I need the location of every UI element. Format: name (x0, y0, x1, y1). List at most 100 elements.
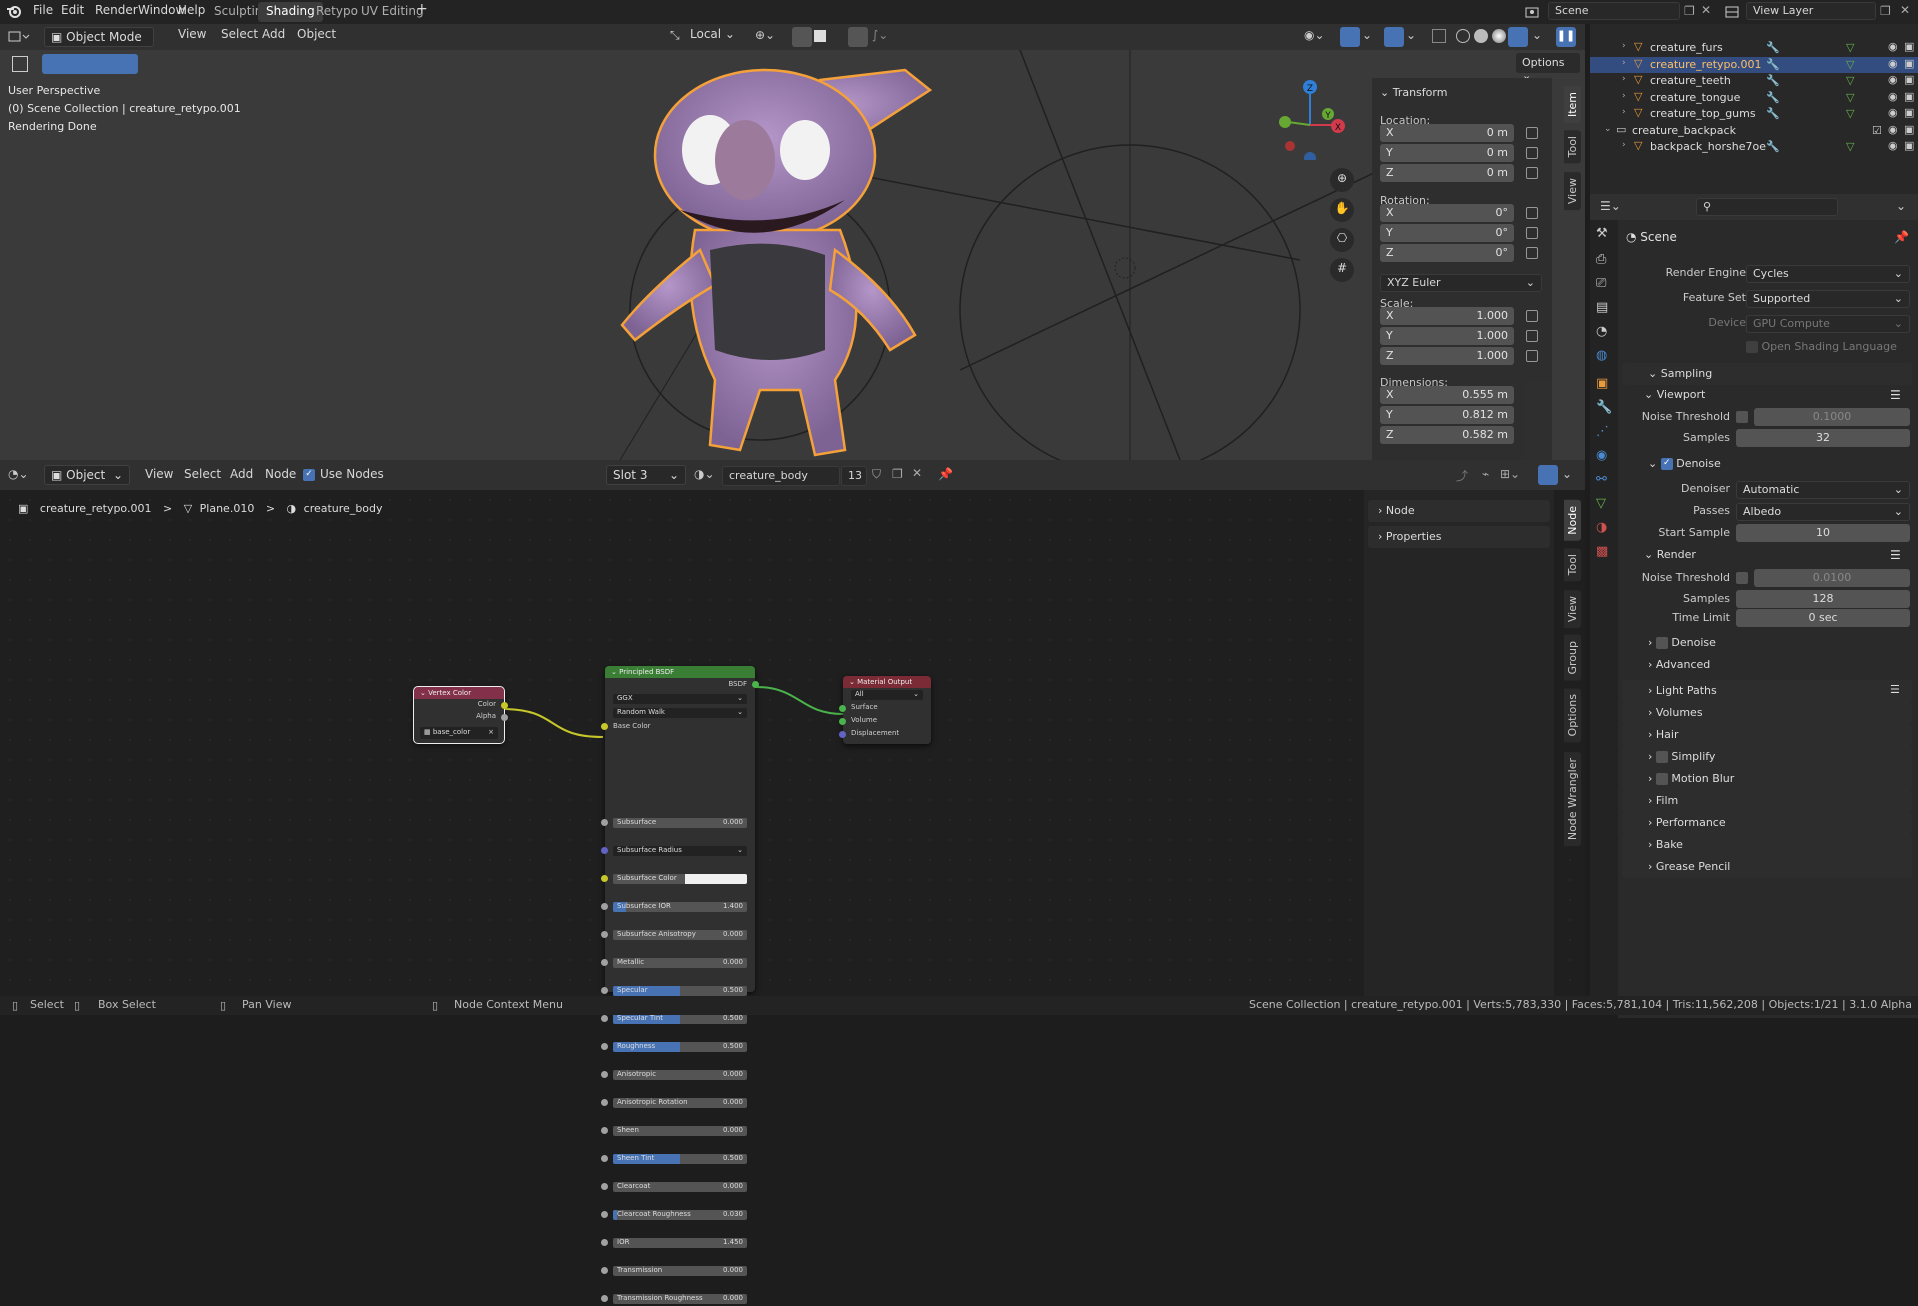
expand-icon[interactable]: › (1622, 41, 1626, 51)
eye-icon[interactable]: ◉ (1888, 123, 1898, 136)
node-section[interactable]: › Node (1368, 500, 1550, 522)
section-film[interactable]: › Film (1622, 790, 1912, 812)
outliner-row[interactable]: › ▽ creature_teeth 🔧 ▽ ◉ ▣ (1590, 73, 1918, 89)
device-dropdown[interactable]: GPU Compute ⌄ (1746, 315, 1910, 333)
osl-checkbox-row[interactable]: Open Shading Language (1746, 340, 1897, 353)
expand-icon[interactable]: ⌄ (1604, 124, 1612, 134)
scale-x-field[interactable]: X 1.000 (1380, 307, 1514, 325)
zoom-icon[interactable]: ⊕ (1330, 168, 1354, 192)
outliner-row[interactable]: ⌄ ▭ creature_backpack ☑ ◉ ▣ (1590, 123, 1918, 139)
delete-view-layer-icon[interactable]: ✕ (1900, 3, 1910, 17)
properties-dropdown-icon[interactable]: ⌄ (1896, 199, 1906, 213)
physics-tab-icon[interactable]: ◉ (1596, 448, 1607, 463)
bsdf-input-field[interactable]: Anisotropic Rotation 0.000 (613, 1098, 747, 1108)
outliner-row[interactable]: › ▽ creature_top_gums 🔧 ▽ ◉ ▣ (1590, 106, 1918, 122)
object-mode-dropdown[interactable]: ▣ Object Mode⌄ (44, 27, 154, 58)
snap-toggle-icon[interactable] (792, 27, 812, 47)
render-presets-icon[interactable]: ☰ (1890, 548, 1901, 562)
advanced-subsection[interactable]: › Advanced (1648, 658, 1710, 671)
modifier-icon[interactable]: 🔧 (1766, 107, 1780, 120)
scene-field[interactable]: Scene (1548, 2, 1680, 20)
bsdf-input-socket[interactable] (601, 931, 608, 938)
duplicate-material-icon[interactable]: ❐ (892, 467, 903, 481)
view-layer-tab-icon[interactable]: ▤ (1596, 300, 1608, 315)
vp-menu-add[interactable]: Add (262, 27, 285, 41)
eye-icon[interactable]: ◉ (1888, 40, 1898, 53)
menu-help[interactable]: Help (178, 3, 205, 17)
ne-menu-select[interactable]: Select (184, 467, 221, 481)
options-dropdown[interactable]: Options ⌄ (1516, 53, 1580, 82)
section-performance[interactable]: › Performance (1622, 812, 1912, 834)
section-hair[interactable]: › Hair (1622, 724, 1912, 746)
data-icon[interactable]: ▽ (1846, 58, 1854, 71)
subsurface-color-swatch[interactable] (685, 874, 747, 884)
lock-icon[interactable] (1526, 127, 1538, 139)
modifier-icon[interactable]: 🔧 (1766, 91, 1780, 104)
eye-icon[interactable]: ◉ (1888, 106, 1898, 119)
vp-denoise-subsection[interactable]: ⌄ ✓ Denoise (1648, 457, 1721, 470)
bsdf-input-socket[interactable] (601, 903, 608, 910)
render-camera-icon[interactable]: ▣ (1904, 73, 1914, 86)
material-browse-icon[interactable]: ◑⌄ (694, 467, 715, 481)
principled-bsdf-node[interactable]: ⌄ Principled BSDF BSDF GGX ⌄ Random Walk ⌄… (601, 666, 759, 1304)
vc-layer-field[interactable]: ▦ base_color × (420, 727, 498, 739)
parent-node-tree-icon[interactable]: ⤴ (1456, 467, 1468, 484)
properties-editor-icon[interactable]: ☰⌄ (1600, 199, 1621, 213)
vp-noise-threshold-field[interactable]: 0.1000 (1754, 408, 1910, 426)
data-icon[interactable]: ▽ (1846, 41, 1854, 54)
bsdf-input-field[interactable]: Transmission Roughness 0.000 (613, 1294, 747, 1304)
blender-logo-icon[interactable] (6, 3, 22, 19)
material-shading-icon[interactable] (1492, 29, 1506, 43)
render-camera-icon[interactable]: ▣ (1904, 57, 1914, 70)
material-output-node[interactable]: ⌄ Material Output All ⌄ Surface Volume Di… (839, 676, 931, 744)
bsdf-input-socket[interactable] (601, 1295, 608, 1302)
ne-menu-view[interactable]: View (145, 467, 173, 481)
falloff-icon[interactable]: ∫⌄ (872, 28, 888, 42)
ne-menu-node[interactable]: Node (265, 467, 296, 481)
section-bake[interactable]: › Bake (1622, 834, 1912, 856)
transform-header[interactable]: ⌄ Transform (1380, 86, 1447, 99)
bsdf-header[interactable]: ⌄ Principled BSDF (605, 666, 755, 678)
sampling-section[interactable]: ⌄ Sampling (1622, 363, 1912, 385)
exclude-checkbox[interactable]: ☑ (1872, 124, 1882, 137)
r-samples-field[interactable]: 128 (1736, 590, 1910, 608)
distribution-dropdown[interactable]: GGX ⌄ (613, 694, 747, 704)
output-tab-icon[interactable]: ⎚ (1596, 276, 1606, 291)
eye-icon[interactable]: ◉ (1888, 90, 1898, 103)
node-editor-canvas[interactable]: ▣ creature_retypo.001 > ▽ Plane.010 > ◑ … (0, 490, 1585, 1304)
volume-socket[interactable] (839, 718, 846, 725)
displacement-socket[interactable] (839, 731, 846, 738)
bsdf-input-field[interactable]: Sheen 0.000 (613, 1126, 747, 1136)
expand-icon[interactable]: › (1622, 74, 1626, 84)
bsdf-input-socket[interactable] (601, 819, 608, 826)
render-camera-icon[interactable]: ▣ (1904, 139, 1914, 152)
r-noise-threshold-field[interactable]: 0.0100 (1754, 569, 1910, 587)
material-output-header[interactable]: ⌄ Material Output (843, 676, 931, 688)
bsdf-input-field[interactable]: Metallic 0.000 (613, 958, 747, 968)
shader-editor-icon[interactable]: ◔⌄ (8, 467, 29, 481)
menu-file[interactable]: File (33, 3, 53, 17)
properties-search[interactable]: ⚲ (1696, 198, 1838, 216)
section-simplify[interactable]: › Simplify (1622, 746, 1912, 768)
render-camera-icon[interactable]: ▣ (1904, 90, 1914, 103)
ne-overlay-toggle-icon[interactable] (1538, 465, 1558, 485)
osl-checkbox[interactable] (1746, 341, 1758, 353)
bsdf-input-field[interactable]: Subsurface 0.000 (613, 818, 747, 828)
bsdf-input-field[interactable]: Sheen Tint 0.500 (613, 1154, 747, 1164)
lock-icon[interactable] (1526, 167, 1538, 179)
section-light-paths[interactable]: › Light Paths ☰ (1622, 680, 1912, 702)
r-denoise-checkbox[interactable] (1655, 637, 1668, 649)
start-sample-field[interactable]: 10 (1736, 524, 1910, 542)
copy-view-layer-icon[interactable]: ❐ (1880, 4, 1891, 18)
data-icon[interactable]: ▽ (1846, 140, 1854, 153)
texture-tab-icon[interactable]: ▩ (1596, 544, 1608, 559)
bsdf-output-socket[interactable] (752, 681, 759, 688)
section-checkbox[interactable] (1655, 751, 1668, 763)
overlay-dropdown-icon[interactable]: ⌄ (1406, 28, 1416, 42)
vc-alpha-socket[interactable] (501, 714, 508, 721)
scale-z-field[interactable]: Z 1.000 (1380, 347, 1514, 365)
world-tab-icon[interactable]: ◍ (1596, 348, 1607, 363)
use-nodes-checkbox[interactable]: ✓ (303, 469, 315, 481)
modifier-icon[interactable]: 🔧 (1766, 74, 1780, 87)
data-icon[interactable]: ▽ (1846, 107, 1854, 120)
